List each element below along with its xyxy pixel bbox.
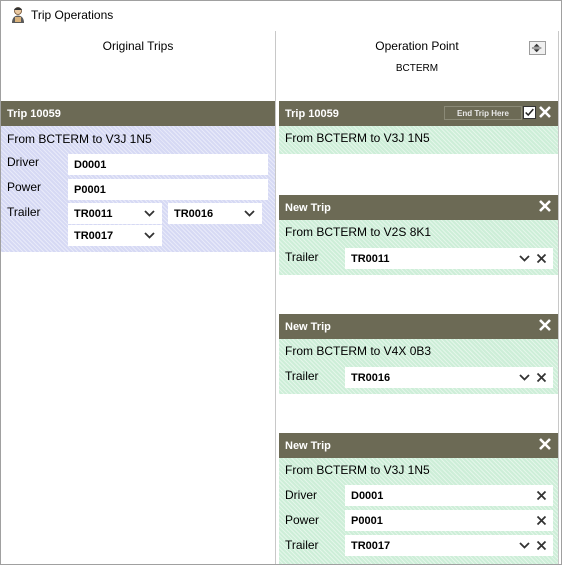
end-trip-here-label: End Trip Here [444,106,522,120]
new-trip-body-3: From BCTERM to V3J 1N5 Driver D0001 Powe… [279,458,558,564]
close-icon[interactable] [538,437,552,451]
new-trip-card-2: New Trip From BCTERM to V4X 0B3 Trailer … [279,314,558,394]
new-trip-3-driver-value: D0001 [351,489,384,502]
driver-label: Driver [285,488,317,502]
operation-trip-body: From BCTERM to V3J 1N5 [279,126,558,154]
driver-field: D0001 [68,154,268,175]
title-bar: Trip Operations [1,1,561,29]
original-trip-card: Trip 10059 From BCTERM to V3J 1N5 Driver… [1,101,275,252]
chevron-down-icon [144,232,155,239]
new-trip-route-1: From BCTERM to V2S 8K1 [285,225,432,239]
operation-trip-card: Trip 10059 End Trip Here From BCTERM to … [279,101,558,154]
new-trip-2-trailer-value: TR0016 [351,371,391,384]
window-title: Trip Operations [31,8,114,22]
up-down-arrows-icon [531,43,542,53]
original-trip-header: Trip 10059 [1,101,275,126]
clear-x-icon[interactable] [535,371,548,384]
new-trip-title-2: New Trip [285,320,331,333]
original-trips-heading: Original Trips [102,39,174,53]
new-trip-title-1: New Trip [285,201,331,214]
power-label: Power [7,180,42,194]
new-trip-header-3: New Trip [279,433,558,458]
new-trip-body-1: From BCTERM to V2S 8K1 Trailer TR0011 [279,220,558,275]
trip-operations-window: Trip Operations Original Trips Operation… [0,0,562,565]
trailer-label: Trailer [7,205,41,219]
original-trip-route: From BCTERM to V3J 1N5 [7,132,152,146]
new-trip-body-2: From BCTERM to V4X 0B3 Trailer TR0016 [279,339,558,394]
new-trip-title-3: New Trip [285,439,331,452]
clear-x-icon[interactable] [535,489,548,502]
clear-x-icon[interactable] [535,252,548,265]
new-trip-3-trailer-dropdown[interactable]: TR0017 [345,535,553,556]
new-trip-card-3: New Trip From BCTERM to V3J 1N5 Driver D… [279,433,558,564]
new-trip-card-1: New Trip From BCTERM to V2S 8K1 Trailer … [279,195,558,275]
operation-trip-title: Trip 10059 [285,107,339,120]
chevron-down-icon [144,210,155,217]
trailer-value-3: TR0017 [74,229,114,242]
close-icon[interactable] [538,318,552,332]
power-field: P0001 [68,179,268,200]
trailer-value-1: TR0011 [74,207,113,220]
new-trip-route-2: From BCTERM to V4X 0B3 [285,344,432,358]
new-trip-3-power-value: P0001 [351,514,383,527]
new-trip-2-trailer-dropdown[interactable]: TR0016 [345,367,553,388]
new-trip-3-power-field[interactable]: P0001 [345,510,553,531]
clear-x-icon[interactable] [535,514,548,527]
sort-toggle-button[interactable] [529,41,546,55]
trailer-dropdown-1[interactable]: TR0011 [68,203,162,224]
driver-person-icon [12,7,24,23]
chevron-down-icon[interactable] [518,371,531,384]
clear-x-icon[interactable] [535,539,548,552]
power-label: Power [285,513,320,527]
close-icon[interactable] [538,199,552,213]
new-trip-1-trailer-dropdown[interactable]: TR0011 [345,248,553,269]
trailer-dropdown-2[interactable]: TR0016 [168,203,262,224]
original-trip-body: From BCTERM to V3J 1N5 Driver D0001 Powe… [1,126,275,252]
end-trip-checkbox[interactable] [523,106,536,119]
right-panel-edge [558,31,559,564]
new-trip-3-trailer-value: TR0017 [351,539,391,552]
new-trip-1-trailer-value: TR0011 [351,252,390,265]
original-trip-title: Trip 10059 [7,107,61,120]
trailer-dropdown-3[interactable]: TR0017 [68,225,162,246]
chevron-down-icon[interactable] [518,252,531,265]
new-trip-header-1: New Trip [279,195,558,220]
new-trip-route-3: From BCTERM to V3J 1N5 [285,463,430,477]
chevron-down-icon [244,210,255,217]
operation-point-heading: Operation Point [375,39,459,53]
chevron-down-icon[interactable] [518,539,531,552]
column-divider [275,31,276,564]
close-icon[interactable] [538,105,552,119]
driver-value: D0001 [74,158,107,171]
new-trip-3-driver-field[interactable]: D0001 [345,485,553,506]
trailer-label: Trailer [285,250,319,264]
driver-label: Driver [7,155,39,169]
operation-trip-route: From BCTERM to V3J 1N5 [285,131,430,145]
checkmark-icon [525,108,534,117]
trailer-value-2: TR0016 [174,207,214,220]
operation-point-value: BCTERM [395,63,439,74]
trailer-label: Trailer [285,369,319,383]
operation-trip-header: Trip 10059 End Trip Here [279,101,558,126]
trailer-label: Trailer [285,538,319,552]
new-trip-header-2: New Trip [279,314,558,339]
power-value: P0001 [74,183,106,196]
